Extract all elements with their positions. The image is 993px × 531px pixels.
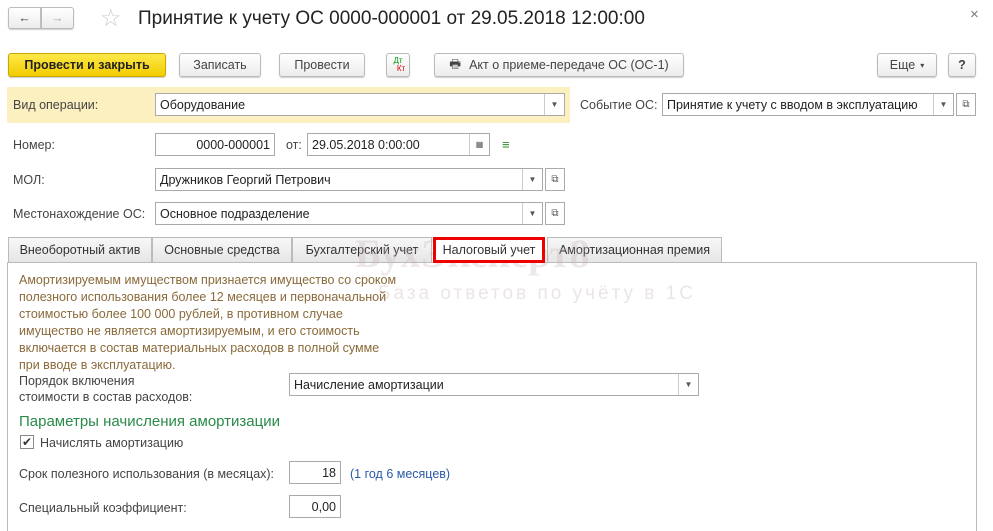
info-line: включается в состав материальных расходо…	[19, 341, 380, 355]
post-button[interactable]: Провести	[279, 53, 365, 77]
accrue-depreciation-checkbox[interactable]: ✔	[20, 435, 34, 449]
from-label: от:	[286, 138, 302, 152]
open-icon[interactable]: ⧉	[545, 202, 565, 225]
number-input[interactable]: 0000-000001	[155, 133, 275, 156]
expense-order-label-2: стоимости в состав расходов:	[19, 390, 193, 404]
save-button[interactable]: Записать	[179, 53, 261, 77]
operation-label: Вид операции:	[13, 98, 99, 112]
kt-label: Кт	[396, 64, 406, 73]
mol-select[interactable]: Дружников Георгий Петрович ▼	[155, 168, 543, 191]
help-button[interactable]: ?	[948, 53, 976, 77]
forward-button[interactable]: →	[41, 7, 74, 29]
dropdown-arrow-icon[interactable]: ▼	[933, 94, 953, 115]
tab-tax-accounting[interactable]: Налоговый учет	[433, 237, 545, 263]
post-and-close-button[interactable]: Провести и закрыть	[8, 53, 166, 77]
watermark-tagline: База ответов по учёту в 1С	[378, 283, 696, 304]
useful-life-value: 18	[322, 465, 336, 480]
more-button[interactable]: Еще ▾	[877, 53, 937, 77]
mol-value: Дружников Георгий Петрович	[160, 172, 331, 187]
print-act-label: Акт о приеме-передаче ОС (ОС-1)	[469, 58, 669, 72]
number-value: 0000-000001	[196, 137, 270, 152]
back-button[interactable]: ←	[8, 7, 41, 29]
info-line: при вводе в эксплуатацию.	[19, 358, 176, 372]
dropdown-arrow-icon[interactable]: ▼	[522, 203, 542, 224]
event-select[interactable]: Принятие к учету с вводом в эксплуатацию…	[662, 93, 954, 116]
operation-select[interactable]: Оборудование ▼	[155, 93, 565, 116]
info-line: полезного использования более 12 месяцев…	[19, 290, 387, 304]
event-label: Событие ОС:	[580, 98, 658, 112]
location-label: Местонахождение ОС:	[13, 207, 146, 221]
info-line: Амортизируемым имуществом признается иму…	[19, 273, 397, 287]
history-icon[interactable]: ≡	[502, 137, 510, 152]
more-label: Еще	[889, 58, 916, 72]
special-coef-input[interactable]: 0,00	[289, 495, 341, 518]
info-line: имущество не является амортизируемым, и …	[19, 324, 360, 338]
location-select[interactable]: Основное подразделение ▼	[155, 202, 543, 225]
date-input[interactable]: 29.05.2018 0:00:00 ▦	[307, 133, 490, 156]
event-value: Принятие к учету с вводом в эксплуатацию	[667, 97, 918, 112]
favorite-star-icon[interactable]: ☆	[100, 4, 122, 33]
useful-life-label: Срок полезного использования (в месяцах)…	[19, 467, 275, 481]
expense-order-value: Начисление амортизации	[294, 377, 444, 392]
calendar-icon[interactable]: ▦	[469, 134, 489, 155]
tab-fixed-assets[interactable]: Основные средства	[152, 237, 292, 262]
useful-life-hint: (1 год 6 месяцев)	[350, 467, 451, 481]
chevron-down-icon: ▾	[920, 60, 925, 70]
dropdown-arrow-icon[interactable]: ▼	[544, 94, 564, 115]
date-value: 29.05.2018 0:00:00	[312, 137, 420, 152]
print-act-button[interactable]: 🖶 Акт о приеме-передаче ОС (ОС-1)	[434, 53, 684, 77]
expense-order-label: Порядок включения стоимости в состав рас…	[19, 373, 192, 405]
expense-order-label-1: Порядок включения	[19, 374, 135, 388]
open-icon[interactable]: ⧉	[545, 168, 565, 191]
printer-icon: 🖶	[449, 56, 462, 71]
dropdown-arrow-icon[interactable]: ▼	[678, 374, 698, 395]
tax-info-text: Амортизируемым имуществом признается иму…	[19, 272, 396, 374]
special-coef-value: 0,00	[311, 499, 336, 514]
window-title: Принятие к учету ОС 0000-000001 от 29.05…	[138, 8, 645, 29]
depreciation-section-title: Параметры начисления амортизации	[19, 413, 280, 430]
tab-noncurrent-asset[interactable]: Внеоборотный актив	[8, 237, 152, 262]
operation-value: Оборудование	[160, 97, 246, 112]
number-label: Номер:	[13, 138, 55, 152]
open-icon[interactable]: ⧉	[956, 93, 976, 116]
mol-label: МОЛ:	[13, 173, 45, 187]
location-value: Основное подразделение	[160, 206, 310, 221]
close-icon[interactable]: ×	[970, 6, 979, 23]
useful-life-input[interactable]: 18	[289, 461, 341, 484]
info-line: стоимостью более 100 000 рублей, в проти…	[19, 307, 343, 321]
expense-order-select[interactable]: Начисление амортизации ▼	[289, 373, 699, 396]
dt-kt-button[interactable]: Дт Кт	[386, 53, 410, 77]
special-coef-label: Специальный коэффициент:	[19, 501, 187, 515]
dropdown-arrow-icon[interactable]: ▼	[522, 169, 542, 190]
accrue-depreciation-label: Начислять амортизацию	[40, 436, 184, 450]
